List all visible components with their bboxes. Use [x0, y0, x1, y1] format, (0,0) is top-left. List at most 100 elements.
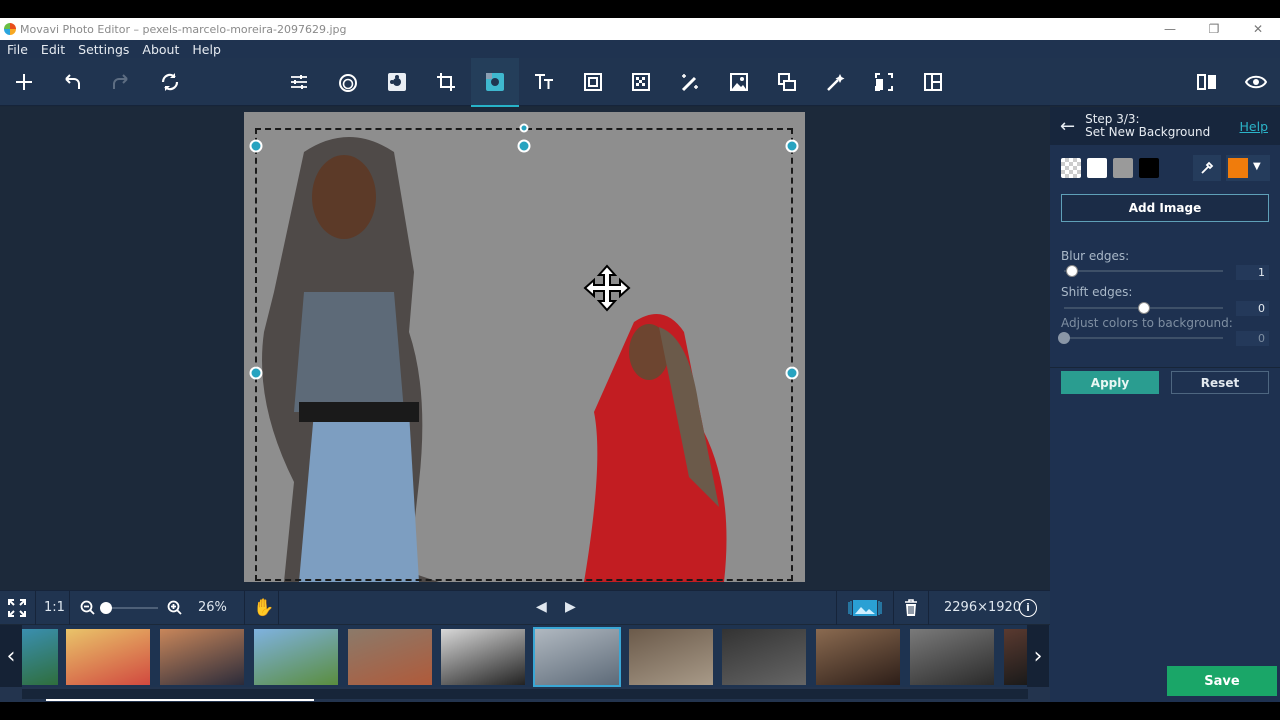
adjust-tool[interactable] [275, 58, 323, 106]
retouch-tool[interactable] [324, 58, 372, 106]
filmstrip: ‹ › [0, 625, 1050, 687]
scrollbar-thumb[interactable] [46, 699, 314, 701]
zoom-out-icon [80, 600, 95, 615]
add-image-button[interactable]: Add Image [1061, 194, 1269, 222]
thumbnail-curly-hair-girl[interactable] [816, 629, 900, 685]
adjust-colors-label: Adjust colors to background: [1061, 316, 1233, 330]
object-removal-tool[interactable] [617, 58, 665, 106]
resize-tool[interactable] [763, 58, 811, 106]
zoom-in-button[interactable] [167, 600, 182, 619]
redo-button[interactable] [97, 58, 145, 106]
apply-button[interactable]: Apply [1061, 371, 1159, 394]
thumbnail-woman-portrait[interactable] [160, 629, 244, 685]
zoom-out-button[interactable] [80, 600, 95, 619]
zoom-level: 26% [198, 600, 227, 615]
crop-tool[interactable] [422, 58, 470, 106]
menu-help[interactable]: Help [185, 42, 227, 57]
preview-button[interactable] [1232, 58, 1280, 106]
thumbnail-partial-portrait[interactable] [1004, 629, 1027, 685]
zoom-slider[interactable] [100, 602, 158, 614]
thumbnail-man-with-backpack[interactable] [910, 629, 994, 685]
compare-button[interactable] [1183, 58, 1231, 106]
blur-edges-slider[interactable] [1064, 265, 1223, 277]
rotate-icon [161, 73, 179, 91]
effects-tool[interactable] [373, 58, 421, 106]
resize-handle-left[interactable] [249, 366, 263, 380]
help-link[interactable]: Help [1240, 119, 1269, 134]
add-button[interactable] [0, 58, 48, 106]
resize-handle-right[interactable] [785, 366, 799, 380]
app-logo-icon [4, 23, 16, 35]
hand-tool-icon[interactable]: ✋ [253, 598, 274, 618]
menu-edit[interactable]: Edit [34, 42, 71, 57]
thumbnail-lake-landscape[interactable] [22, 629, 58, 685]
chevron-down-icon: ▼ [1253, 161, 1261, 172]
info-icon[interactable]: i [1019, 599, 1037, 617]
thumbnail-brick-wall-buildings[interactable] [348, 629, 432, 685]
shift-edges-knob[interactable] [1137, 302, 1150, 314]
magic-tool[interactable] [666, 58, 714, 106]
text-tool[interactable] [520, 58, 568, 106]
save-button[interactable]: Save [1167, 666, 1277, 696]
menu-about[interactable]: About [135, 42, 185, 57]
picked-color-swatch [1228, 158, 1248, 178]
back-arrow-icon[interactable]: ← [1060, 116, 1075, 137]
thumbnail-woman-blue-top[interactable] [533, 627, 621, 687]
blur-edges-knob[interactable] [1065, 265, 1078, 277]
undo-button[interactable] [48, 58, 96, 106]
rotate-button[interactable] [146, 58, 194, 106]
eyedropper-button[interactable] [1193, 155, 1221, 181]
thumbnail-couple-kissing[interactable] [441, 629, 525, 685]
resize-handle-top[interactable] [517, 139, 531, 153]
previous-image-button[interactable]: ◀ [536, 599, 547, 615]
shift-edges-value[interactable]: 0 [1236, 301, 1269, 316]
toolbar [0, 58, 1280, 107]
reset-button[interactable]: Reset [1171, 371, 1269, 394]
color-picker-dropdown[interactable]: ▼ [1226, 155, 1270, 181]
filmstrip-toggle-button[interactable] [847, 598, 883, 622]
next-image-button[interactable]: ▶ [565, 599, 576, 615]
rotate-handle[interactable] [519, 123, 529, 133]
shift-edges-slider[interactable] [1064, 302, 1223, 314]
resize-handle-top-right[interactable] [785, 139, 799, 153]
shift-edges-label: Shift edges: [1061, 285, 1133, 299]
effects-icon [388, 73, 406, 91]
fit-screen-button[interactable] [8, 599, 26, 621]
resize-icon [778, 73, 796, 91]
adjust-colors-value[interactable]: 0 [1236, 331, 1269, 346]
crop-icon [437, 73, 455, 91]
swatch-black[interactable] [1139, 158, 1159, 178]
close-button[interactable]: ✕ [1236, 18, 1280, 40]
filmstrip-prev-button[interactable]: ‹ [0, 625, 22, 687]
thumbnail-boy-face[interactable] [722, 629, 806, 685]
actual-size-button[interactable]: 1:1 [44, 600, 65, 615]
thumbnail-fruit-platter[interactable] [66, 629, 150, 685]
insert-image-tool[interactable] [715, 58, 763, 106]
collage-tool[interactable] [909, 58, 957, 106]
filmstrip-next-button[interactable]: › [1027, 625, 1049, 687]
menu-settings[interactable]: Settings [71, 42, 135, 57]
select-area-tool[interactable] [860, 58, 908, 106]
menu-file[interactable]: File [0, 42, 34, 57]
swatch-gray[interactable] [1113, 158, 1133, 178]
selection-box[interactable] [255, 128, 793, 581]
swatch-transparent[interactable] [1061, 158, 1081, 178]
filmstrip-scrollbar[interactable] [0, 687, 1050, 702]
restore-button[interactable]: ❐ [1192, 18, 1236, 40]
thumbnail-city-stairs[interactable] [629, 629, 713, 685]
background-removal-tool[interactable] [471, 58, 519, 107]
undo-icon [65, 74, 80, 89]
zoom-slider-knob[interactable] [100, 602, 112, 614]
resize-handle-top-left[interactable] [249, 139, 263, 153]
delete-button[interactable] [904, 599, 918, 621]
swatch-white[interactable] [1087, 158, 1107, 178]
adjust-colors-knob[interactable] [1058, 332, 1070, 344]
auto-enhance-tool[interactable] [812, 58, 860, 106]
blur-edges-value[interactable]: 1 [1236, 265, 1269, 280]
thumbnail-man-on-mountain[interactable] [254, 629, 338, 685]
frame-tool[interactable] [569, 58, 617, 106]
minimize-button[interactable]: — [1148, 18, 1192, 40]
canvas-area[interactable] [0, 107, 1050, 606]
menu-bar: File Edit Settings About Help [0, 40, 1280, 58]
adjust-colors-slider[interactable] [1058, 332, 1223, 344]
